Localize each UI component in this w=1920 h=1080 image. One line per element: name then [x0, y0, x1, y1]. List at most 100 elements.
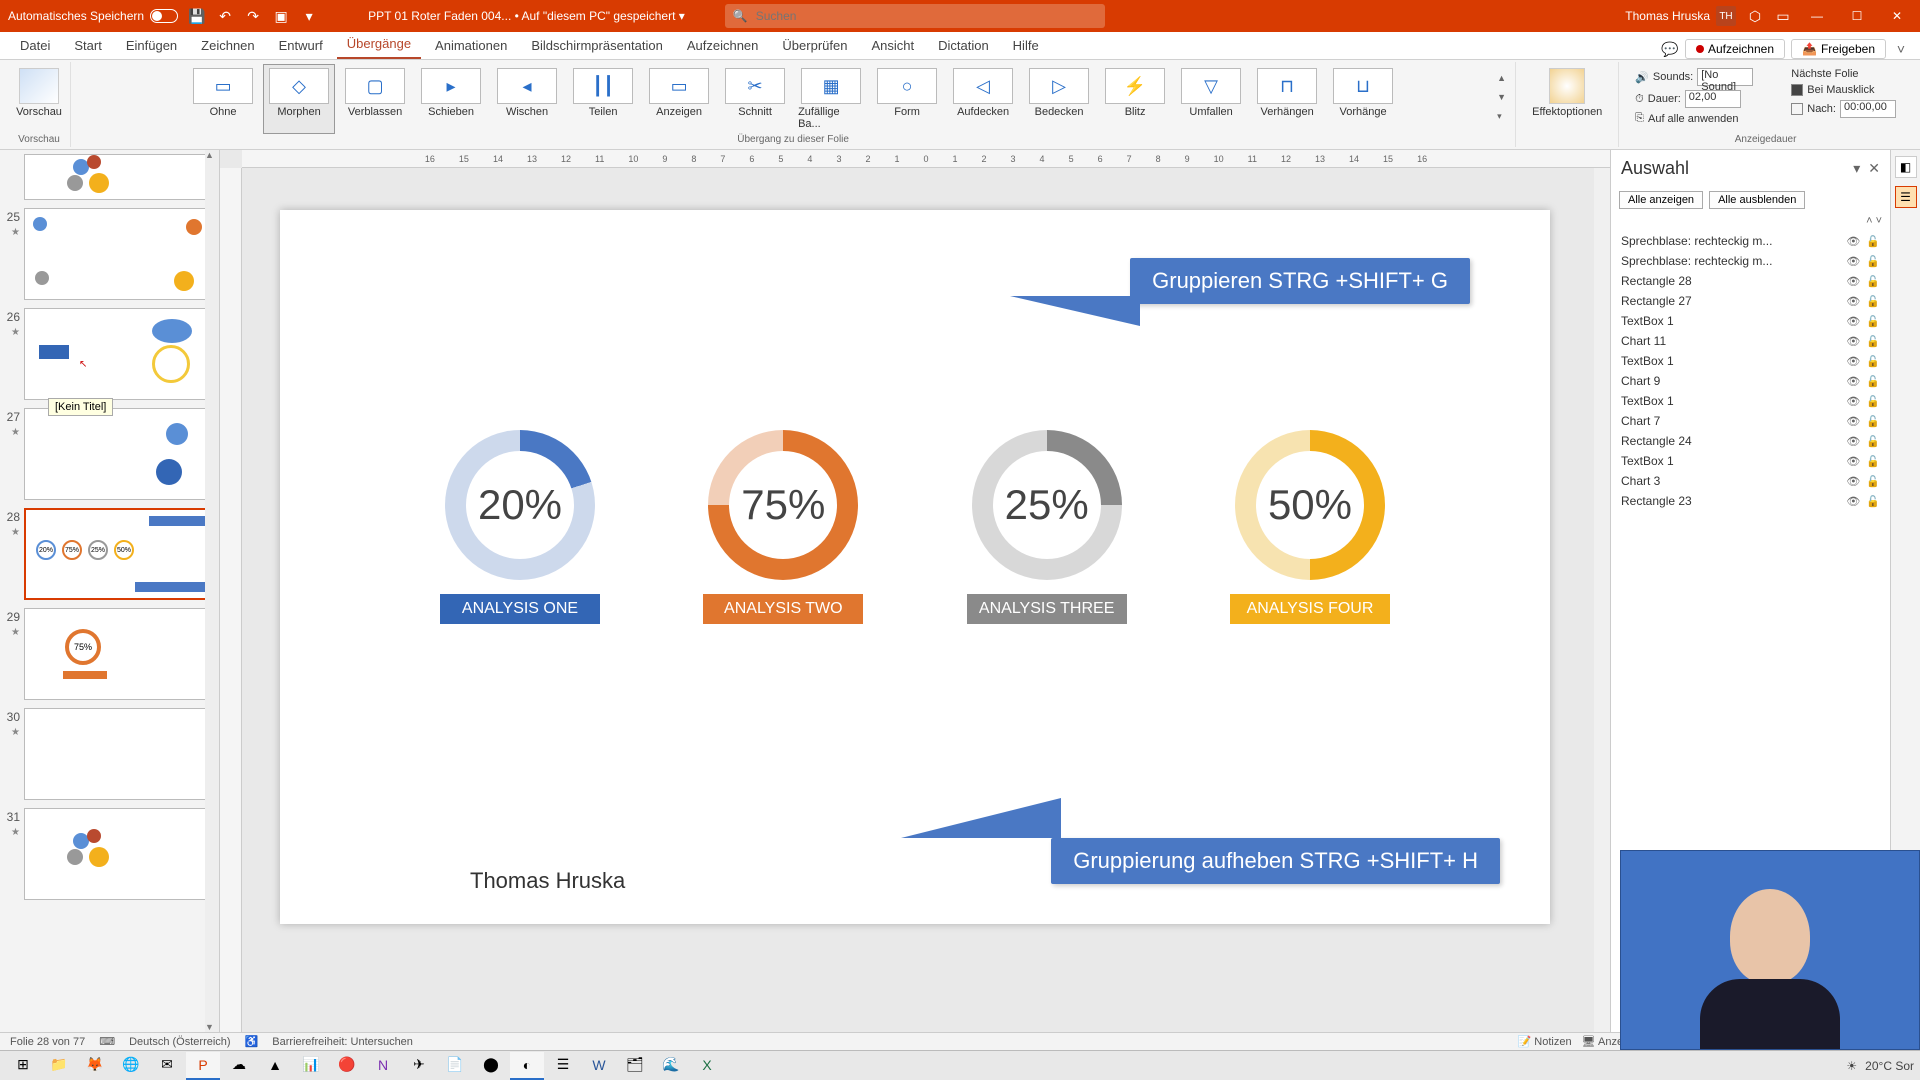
save-icon[interactable]: 💾 — [188, 7, 206, 25]
start-button[interactable]: ⊞ — [6, 1052, 40, 1080]
toggle-switch[interactable] — [150, 9, 178, 23]
task-app1-icon[interactable]: ☁ — [222, 1052, 256, 1080]
visibility-icon[interactable] — [1846, 434, 1860, 448]
transition-umfallen[interactable]: ▽Umfallen — [1175, 64, 1247, 134]
transition-verhängen[interactable]: ⊓Verhängen — [1251, 64, 1323, 134]
task-firefox-icon[interactable]: 🦊 — [78, 1052, 112, 1080]
visibility-icon[interactable] — [1846, 334, 1860, 348]
visibility-icon[interactable] — [1846, 234, 1860, 248]
task-outlook-icon[interactable]: ✉ — [150, 1052, 184, 1080]
task-app6-icon[interactable]: ☰ — [546, 1052, 580, 1080]
task-app4-icon[interactable]: 📄 — [438, 1052, 472, 1080]
transition-vorhänge[interactable]: ⊔Vorhänge — [1327, 64, 1399, 134]
selection-item[interactable]: TextBox 1 — [1617, 451, 1884, 471]
comments-icon[interactable]: 💬 — [1661, 40, 1679, 58]
task-app5-icon[interactable]: ◐ — [510, 1052, 544, 1080]
search-box[interactable]: 🔍 — [725, 4, 1105, 28]
selection-item[interactable]: Chart 11 — [1617, 331, 1884, 351]
lock-icon[interactable] — [1866, 254, 1880, 268]
lock-icon[interactable] — [1866, 354, 1880, 368]
share-button[interactable]: 📤Freigeben — [1791, 39, 1886, 59]
transition-form[interactable]: ○Form — [871, 64, 943, 134]
lock-icon[interactable] — [1866, 414, 1880, 428]
analysis-chart-1[interactable]: 20%ANALYSIS ONE — [440, 430, 600, 624]
transition-teilen[interactable]: ┃┃Teilen — [567, 64, 639, 134]
lock-icon[interactable] — [1866, 374, 1880, 388]
selection-item[interactable]: TextBox 1 — [1617, 351, 1884, 371]
lock-icon[interactable] — [1866, 394, 1880, 408]
visibility-icon[interactable] — [1846, 414, 1860, 428]
slide-thumbnails[interactable]: 25★26★↖[Kein Titel]27★28★20%75%25%50%29★… — [0, 150, 220, 1032]
transition-schnitt[interactable]: ✂Schnitt — [719, 64, 791, 134]
analysis-chart-2[interactable]: 75%ANALYSIS TWO — [703, 430, 863, 624]
transition-zufällige ba...[interactable]: ▦Zufällige Ba... — [795, 64, 867, 134]
autosave-toggle[interactable]: Automatisches Speichern — [8, 9, 178, 23]
apply-all-button[interactable]: ⎘Auf alle anwenden — [1635, 112, 1753, 125]
slide-thumbnail-27[interactable] — [24, 408, 213, 500]
system-tray[interactable]: ☀ 20°C Sor — [1846, 1059, 1914, 1073]
task-edge-icon[interactable]: 🌊 — [654, 1052, 688, 1080]
ribbon-display-icon[interactable]: ▭ — [1774, 7, 1792, 25]
transition-schieben[interactable]: ▸Schieben — [415, 64, 487, 134]
after-input[interactable]: 00:00,00 — [1840, 100, 1896, 118]
selection-item[interactable]: TextBox 1 — [1617, 391, 1884, 411]
selection-item[interactable]: Chart 9 — [1617, 371, 1884, 391]
minimize-button[interactable]: — — [1802, 0, 1832, 32]
selection-item[interactable]: Rectangle 23 — [1617, 491, 1884, 511]
after-check[interactable]: Nach:00:00,00 — [1791, 100, 1896, 118]
lock-icon[interactable] — [1866, 434, 1880, 448]
tab-entwurf[interactable]: Entwurf — [269, 32, 333, 59]
sound-row[interactable]: 🔊Sounds:[No Sound] — [1635, 68, 1753, 86]
quick-access-more-icon[interactable]: ▾ — [300, 7, 318, 25]
tab-datei[interactable]: Datei — [10, 32, 60, 59]
selection-item[interactable]: Chart 7 — [1617, 411, 1884, 431]
strip-format-icon[interactable]: ◧ — [1895, 156, 1917, 178]
tab-übergänge[interactable]: Übergänge — [337, 30, 421, 59]
selection-item[interactable]: Rectangle 24 — [1617, 431, 1884, 451]
visibility-icon[interactable] — [1846, 454, 1860, 468]
tab-ansicht[interactable]: Ansicht — [861, 32, 924, 59]
thumb-scrollbar[interactable]: ▲▼ — [205, 150, 219, 1032]
notes-button[interactable]: 📝 Notizen — [1518, 1035, 1572, 1048]
slide-thumbnail-30[interactable] — [24, 708, 213, 800]
slide-counter[interactable]: Folie 28 von 77 — [10, 1036, 85, 1048]
transition-blitz[interactable]: ⚡Blitz — [1099, 64, 1171, 134]
pane-close-icon[interactable]: ✕ — [1868, 160, 1880, 177]
task-obs-icon[interactable]: ⬤ — [474, 1052, 508, 1080]
task-powerpoint-icon[interactable]: P — [186, 1052, 220, 1080]
transition-morphen[interactable]: ◇Morphen — [263, 64, 335, 134]
selection-item[interactable]: Rectangle 27 — [1617, 291, 1884, 311]
vertical-ruler[interactable] — [220, 168, 242, 1032]
transition-bedecken[interactable]: ▷Bedecken — [1023, 64, 1095, 134]
task-app2-icon[interactable]: 📊 — [294, 1052, 328, 1080]
coming-soon-icon[interactable]: ⬡ — [1746, 7, 1764, 25]
transition-anzeigen[interactable]: ▭Anzeigen — [643, 64, 715, 134]
analysis-chart-3[interactable]: 25%ANALYSIS THREE — [967, 430, 1127, 624]
task-explorer-icon[interactable]: 📁 — [42, 1052, 76, 1080]
lock-icon[interactable] — [1866, 294, 1880, 308]
transition-aufdecken[interactable]: ◁Aufdecken — [947, 64, 1019, 134]
task-onenote-icon[interactable]: N — [366, 1052, 400, 1080]
lock-icon[interactable] — [1866, 314, 1880, 328]
selection-item[interactable]: Rectangle 28 — [1617, 271, 1884, 291]
task-telegram-icon[interactable]: ✈ — [402, 1052, 436, 1080]
lock-icon[interactable] — [1866, 234, 1880, 248]
hide-all-button[interactable]: Alle ausblenden — [1709, 191, 1805, 209]
account-button[interactable]: Thomas Hruska TH — [1625, 6, 1736, 26]
visibility-icon[interactable] — [1846, 374, 1860, 388]
show-all-button[interactable]: Alle anzeigen — [1619, 191, 1703, 209]
selection-item[interactable]: TextBox 1 — [1617, 311, 1884, 331]
sound-select[interactable]: [No Sound] — [1697, 68, 1753, 86]
duration-row[interactable]: ⏱Dauer:02,00 — [1635, 90, 1753, 108]
slide-thumbnail-28[interactable]: 20%75%25%50% — [24, 508, 213, 600]
transition-ohne[interactable]: ▭Ohne — [187, 64, 259, 134]
maximize-button[interactable]: ☐ — [1842, 0, 1872, 32]
slide-thumbnail-31[interactable] — [24, 808, 213, 900]
search-input[interactable] — [756, 9, 1097, 23]
visibility-icon[interactable] — [1846, 474, 1860, 488]
lang-icon[interactable]: ⌨ — [99, 1035, 115, 1048]
slide-thumbnail-25[interactable] — [24, 208, 213, 300]
visibility-icon[interactable] — [1846, 494, 1860, 508]
present-from-start-icon[interactable]: ▣ — [272, 7, 290, 25]
undo-icon[interactable]: ↶ — [216, 7, 234, 25]
